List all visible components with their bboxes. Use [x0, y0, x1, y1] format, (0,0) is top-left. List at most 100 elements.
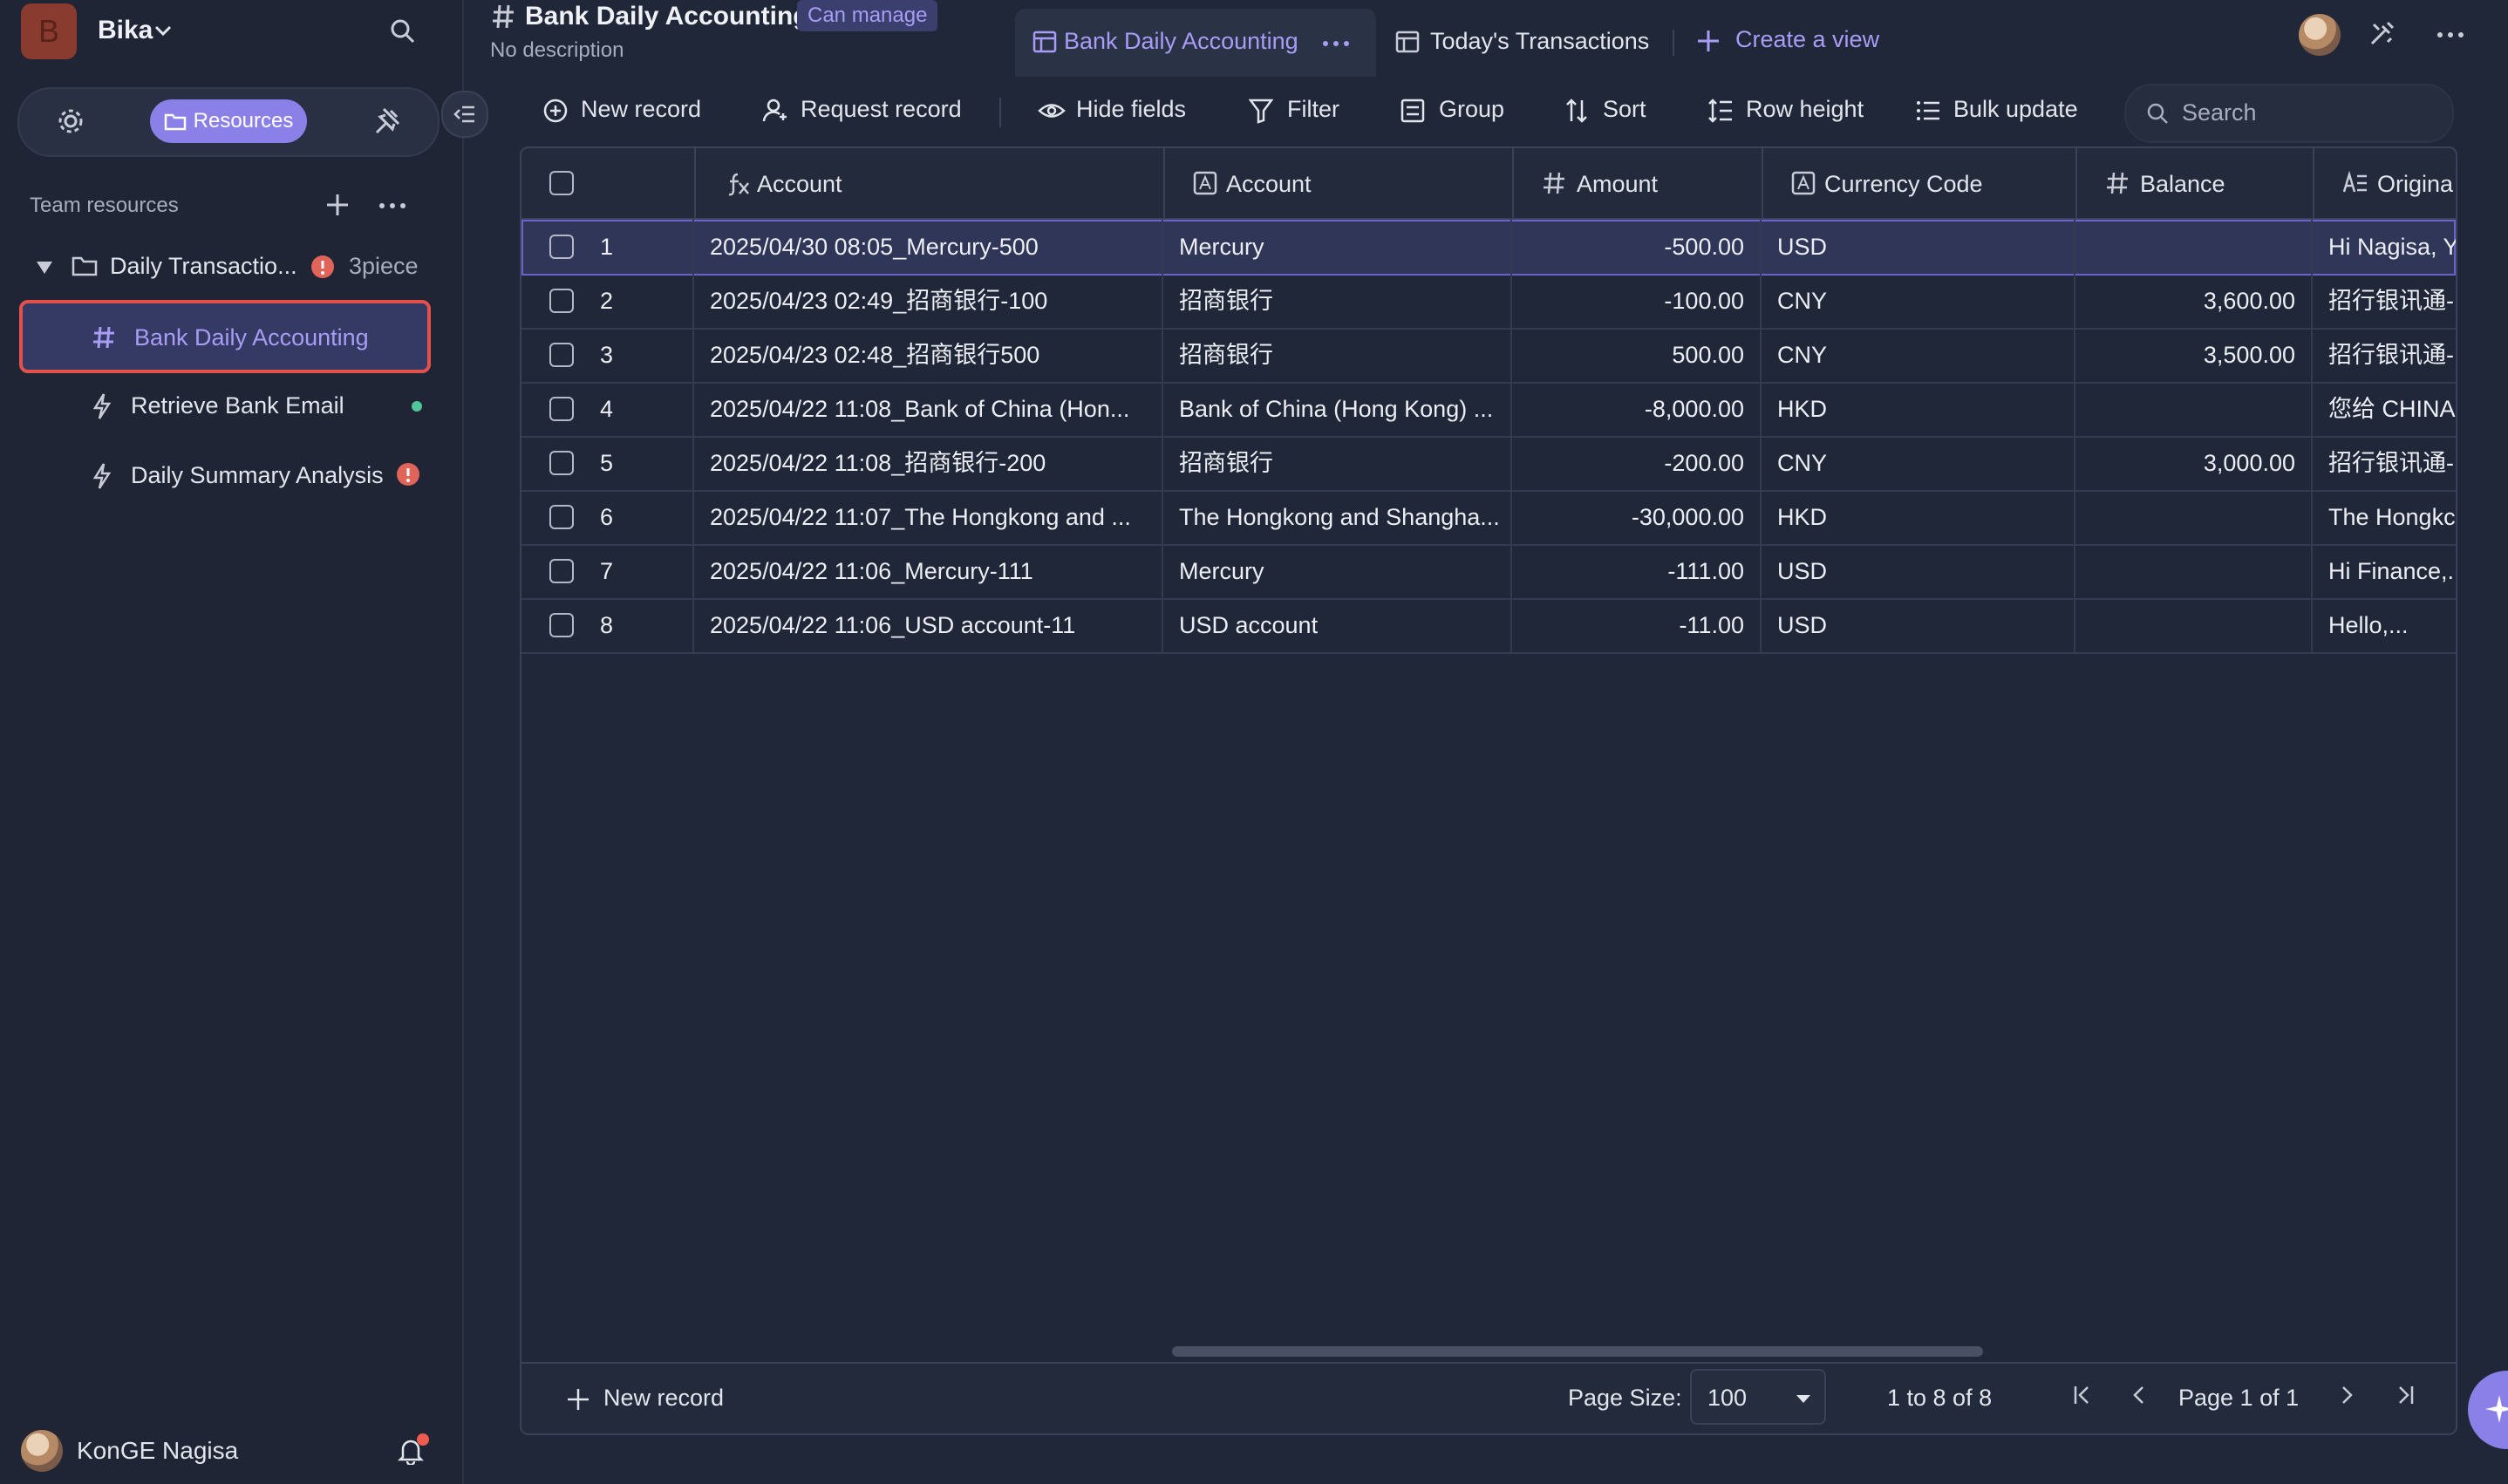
horizontal-scrollbar[interactable]: [1172, 1346, 1983, 1357]
table-row[interactable]: 7 2025/04/22 11:06_Mercury-111 Mercury -111…: [521, 544, 2456, 600]
last-page-icon[interactable]: [2395, 1383, 2416, 1407]
cell-balance[interactable]: [2075, 544, 2313, 598]
cell-currency[interactable]: USD: [1762, 220, 2075, 274]
row-checkbox[interactable]: [549, 397, 574, 421]
more-icon[interactable]: [378, 202, 406, 209]
tab-bank-daily-accounting[interactable]: Bank Daily Accounting: [1015, 9, 1376, 77]
cell-original[interactable]: Hello,...: [2313, 598, 2456, 652]
cell-original[interactable]: The Hongkc: [2313, 490, 2456, 544]
cell-name[interactable]: 2025/04/22 11:08_Bank of China (Hon...: [694, 382, 1163, 436]
row-checkbox[interactable]: [549, 451, 574, 475]
collapse-sidebar-button[interactable]: [441, 91, 488, 138]
cell-account[interactable]: Mercury: [1163, 544, 1512, 598]
row-checkbox[interactable]: [549, 289, 574, 313]
row-checkbox[interactable]: [549, 613, 574, 637]
table-row[interactable]: 5 2025/04/22 11:08_招商银行-200 招商银行 -200.00 CNY…: [521, 436, 2456, 492]
cell-amount[interactable]: -100.00: [1512, 274, 1762, 328]
more-icon[interactable]: [2436, 31, 2464, 38]
cell-account[interactable]: Mercury: [1163, 220, 1512, 274]
gear-icon[interactable]: [56, 106, 85, 136]
cell-balance[interactable]: 3,600.00: [2075, 274, 2313, 328]
previous-page-icon[interactable]: [2130, 1383, 2147, 1407]
column-header-balance[interactable]: Balance: [2075, 148, 2314, 218]
table-row[interactable]: 4 2025/04/22 11:08_Bank of China (Hon... B…: [521, 382, 2456, 438]
search-icon[interactable]: [389, 17, 417, 45]
page-title[interactable]: Bank Daily Accounting: [525, 2, 809, 31]
sidebar-item-daily-summary-analysis[interactable]: Daily Summary Analysis: [19, 450, 431, 502]
cell-name[interactable]: 2025/04/22 11:06_USD account-11: [694, 598, 1163, 652]
user-name[interactable]: KonGE Nagisa: [77, 1437, 238, 1465]
cell-account[interactable]: 招商银行: [1163, 274, 1512, 328]
cell-balance[interactable]: 3,500.00: [2075, 328, 2313, 382]
add-icon[interactable]: [324, 192, 351, 218]
more-icon[interactable]: [1322, 40, 1350, 47]
column-header-original[interactable]: Origina: [2313, 148, 2456, 218]
cell-original[interactable]: 招行银讯通-: [2313, 436, 2456, 490]
workspace-logo[interactable]: B: [21, 3, 77, 59]
table-row[interactable]: 1 2025/04/30 08:05_Mercury-500 Mercury -500…: [521, 220, 2456, 276]
cell-balance[interactable]: [2075, 220, 2313, 274]
cell-amount[interactable]: -200.00: [1512, 436, 1762, 490]
pin-icon[interactable]: [373, 106, 401, 136]
column-header-amount[interactable]: Amount: [1512, 148, 1763, 218]
folder-daily-transactions[interactable]: Daily Transactio... 3piece: [30, 251, 431, 286]
page-size-select[interactable]: 100: [1690, 1369, 1826, 1425]
sidebar-item-bank-daily-accounting[interactable]: Bank Daily Accounting: [19, 300, 431, 373]
table-row[interactable]: 8 2025/04/22 11:06_USD account-11 USD acco…: [521, 598, 2456, 654]
cell-balance[interactable]: [2075, 598, 2313, 652]
column-header-currency-code[interactable]: Currency Code: [1762, 148, 2077, 218]
cell-currency[interactable]: HKD: [1762, 490, 2075, 544]
table-row[interactable]: 3 2025/04/23 02:48_招商银行500 招商银行 500.00 CNY 3,…: [521, 328, 2456, 384]
cell-account[interactable]: The Hongkong and Shangha...: [1163, 490, 1512, 544]
cell-name[interactable]: 2025/04/22 11:06_Mercury-111: [694, 544, 1163, 598]
row-checkbox[interactable]: [549, 505, 574, 529]
first-page-icon[interactable]: [2072, 1383, 2093, 1407]
collaborator-avatar[interactable]: [2299, 14, 2341, 56]
cell-currency[interactable]: USD: [1762, 598, 2075, 652]
cell-original[interactable]: 您给 CHINA: [2313, 382, 2456, 436]
search-input[interactable]: Search: [2124, 84, 2454, 143]
cell-amount[interactable]: -11.00: [1512, 598, 1762, 652]
row-checkbox[interactable]: [549, 235, 574, 259]
ai-assistant-button[interactable]: [2468, 1371, 2508, 1449]
cell-name[interactable]: 2025/04/22 11:08_招商银行-200: [694, 436, 1163, 490]
cell-account[interactable]: USD account: [1163, 598, 1512, 652]
row-checkbox[interactable]: [549, 559, 574, 583]
tab-resources[interactable]: Resources: [150, 99, 307, 143]
cell-balance[interactable]: 3,000.00: [2075, 436, 2313, 490]
cell-currency[interactable]: HKD: [1762, 382, 2075, 436]
caret-down-icon[interactable]: [35, 260, 54, 276]
cell-name[interactable]: 2025/04/30 08:05_Mercury-500: [694, 220, 1163, 274]
page-description[interactable]: No description: [490, 38, 624, 63]
avatar[interactable]: [21, 1430, 63, 1472]
cell-amount[interactable]: -111.00: [1512, 544, 1762, 598]
cell-original[interactable]: 招行银讯通-: [2313, 274, 2456, 328]
cell-original[interactable]: Hi Finance,...: [2313, 544, 2456, 598]
column-header-account-text[interactable]: Account: [1163, 148, 1514, 218]
cell-currency[interactable]: CNY: [1762, 328, 2075, 382]
cell-original[interactable]: 招行银讯通-: [2313, 328, 2456, 382]
select-all-checkbox[interactable]: [549, 171, 574, 195]
row-checkbox[interactable]: [549, 343, 574, 367]
cell-account[interactable]: 招商银行: [1163, 436, 1512, 490]
tools-icon[interactable]: [2368, 19, 2396, 47]
cell-original[interactable]: Hi Nagisa, Y: [2313, 220, 2456, 274]
cell-amount[interactable]: -8,000.00: [1512, 382, 1762, 436]
cell-balance[interactable]: [2075, 382, 2313, 436]
table-row[interactable]: 2 2025/04/23 02:49_招商银行-100 招商银行 -100.00 CNY…: [521, 274, 2456, 330]
cell-account[interactable]: Bank of China (Hong Kong) ...: [1163, 382, 1512, 436]
sidebar-item-retrieve-bank-email[interactable]: Retrieve Bank Email: [19, 380, 431, 432]
table-row[interactable]: 6 2025/04/22 11:07_The Hongkong and ... Th…: [521, 490, 2456, 546]
cell-amount[interactable]: -30,000.00: [1512, 490, 1762, 544]
column-header-account-formula[interactable]: Account: [694, 148, 1165, 218]
cell-account[interactable]: 招商银行: [1163, 328, 1512, 382]
cell-currency[interactable]: CNY: [1762, 436, 2075, 490]
cell-currency[interactable]: CNY: [1762, 274, 2075, 328]
cell-name[interactable]: 2025/04/23 02:49_招商银行-100: [694, 274, 1163, 328]
cell-amount[interactable]: -500.00: [1512, 220, 1762, 274]
cell-currency[interactable]: USD: [1762, 544, 2075, 598]
chevron-down-icon[interactable]: [153, 24, 173, 37]
workspace-name[interactable]: Bika: [98, 16, 153, 45]
cell-name[interactable]: 2025/04/22 11:07_The Hongkong and ...: [694, 490, 1163, 544]
cell-amount[interactable]: 500.00: [1512, 328, 1762, 382]
